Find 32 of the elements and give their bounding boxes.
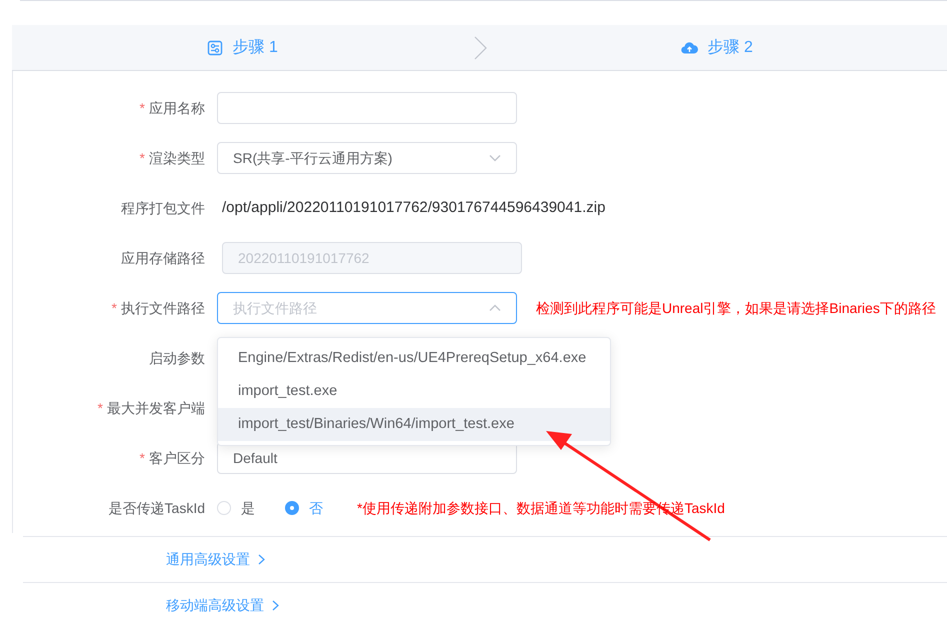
chevron-down-icon bbox=[489, 154, 501, 162]
field-label: 程序打包文件 bbox=[121, 200, 205, 216]
field-label: 执行文件路径 bbox=[121, 300, 205, 316]
chevron-right-icon bbox=[272, 600, 279, 611]
input-field[interactable] bbox=[217, 92, 517, 124]
field-label: 应用名称 bbox=[149, 100, 205, 116]
field-label: 是否传递TaskId bbox=[108, 500, 205, 516]
step-label: 步骤 1 bbox=[232, 38, 278, 58]
required-mark: * bbox=[140, 450, 145, 466]
required-mark: * bbox=[140, 100, 145, 116]
radio-button[interactable] bbox=[285, 501, 299, 515]
radio-label[interactable]: 是 bbox=[241, 498, 255, 518]
chevron-icon bbox=[472, 36, 486, 60]
required-mark: * bbox=[112, 300, 117, 316]
field-label: 客户区分 bbox=[149, 450, 205, 466]
required-mark: * bbox=[140, 150, 145, 166]
field-label: 应用存储路径 bbox=[121, 250, 205, 266]
cloud-upload-icon bbox=[680, 41, 698, 54]
field-label: 渲染类型 bbox=[149, 150, 205, 166]
dropdown-option[interactable]: import_test.exe bbox=[218, 375, 610, 408]
field-label: 最大并发客户端 bbox=[107, 400, 205, 416]
required-mark: * bbox=[98, 400, 103, 416]
field-label: 启动参数 bbox=[149, 350, 205, 366]
settings-icon bbox=[206, 40, 223, 56]
dropdown-option[interactable]: Engine/Extras/Redist/en-us/UE4PrereqSetup_x64.exe bbox=[218, 342, 610, 375]
dropdown-option[interactable]: import_test/Binaries/Win64/import_test.exe bbox=[218, 408, 610, 441]
file-path: /opt/appli/20220110191017762/930176744596439041.zip bbox=[222, 198, 606, 218]
step-label: 步骤 2 bbox=[708, 38, 753, 58]
chevron-up-icon bbox=[489, 304, 501, 312]
chevron-right-icon bbox=[258, 554, 265, 565]
warning-text: 检测到此程序可能是Unreal引擎，如果是请选择Binaries下的路径 bbox=[536, 298, 936, 318]
select-field[interactable]: SR(共享-平行云通用方案) bbox=[217, 142, 517, 174]
